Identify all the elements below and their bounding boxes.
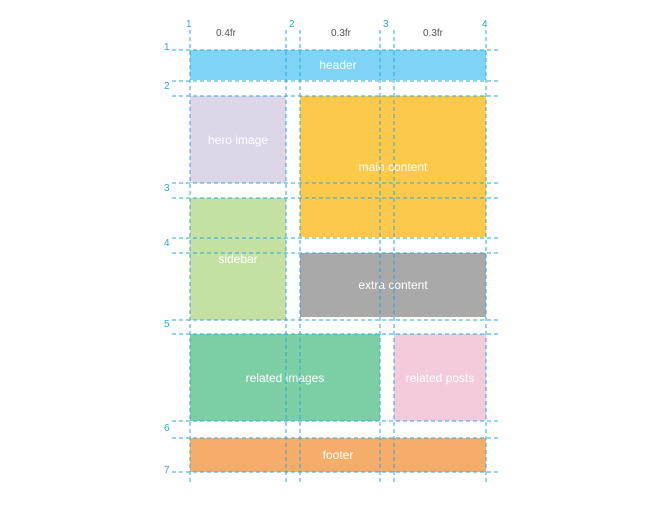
row-number-7: 7 (164, 465, 170, 476)
row-number-3: 3 (164, 183, 170, 194)
sidebar-label: sidebar (218, 252, 258, 266)
column-size-3: 0.3fr (422, 28, 444, 39)
column-number-4: 4 (482, 19, 488, 30)
column-number-2: 2 (289, 19, 295, 30)
column-number-3: 3 (383, 19, 389, 30)
hero-image-area: hero image (190, 96, 286, 183)
main-content-label: main content (358, 159, 428, 174)
related-images-label: related images (245, 370, 325, 385)
column-size-1: 0.4fr (215, 28, 237, 39)
hero-image-label: hero image (207, 132, 269, 147)
row-number-5: 5 (164, 319, 170, 330)
related-posts-area: related posts (394, 334, 486, 421)
extra-content-label: extra content (358, 278, 428, 292)
related-posts-label: related posts (405, 370, 475, 385)
sidebar-area: sidebar (190, 198, 286, 320)
row-number-1: 1 (164, 42, 170, 53)
column-size-2: 0.3fr (330, 28, 352, 39)
grid-diagram: header hero image main content sidebar e… (0, 0, 662, 520)
footer-area: footer (190, 438, 486, 472)
extra-content-area: extra content (300, 253, 486, 317)
row-number-4: 4 (164, 238, 170, 249)
footer-label: footer (322, 448, 354, 462)
header-label: header (319, 58, 357, 72)
row-number-2: 2 (164, 81, 170, 92)
main-content-area: main content (300, 96, 486, 237)
row-number-6: 6 (164, 423, 170, 434)
header-area: header (190, 50, 486, 80)
related-images-area: related images (190, 334, 380, 421)
column-number-1: 1 (186, 19, 192, 30)
